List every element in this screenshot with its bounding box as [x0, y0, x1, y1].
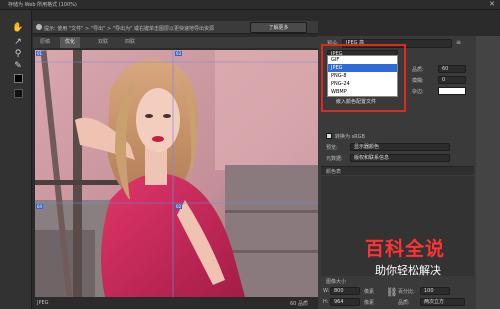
resample-select[interactable]: 两次立方 — [420, 298, 465, 306]
percent-label: 百分比: — [398, 289, 415, 295]
color-table-label: 颜色表 — [326, 169, 342, 175]
quality-field[interactable]: 60 — [438, 65, 466, 73]
slice-label-1: 01 — [36, 51, 44, 56]
preview-canvas[interactable]: 01 03 04 02 — [35, 50, 318, 297]
tab-2up[interactable]: 双联 — [93, 37, 113, 48]
slice-visibility-toggle[interactable] — [14, 89, 23, 98]
quality-label: 品质: — [412, 67, 424, 73]
status-quality: 60 品质 — [290, 301, 308, 307]
percent-field[interactable]: 100 — [420, 287, 450, 295]
slice-label-2: 03 — [175, 51, 183, 56]
learn-more-button[interactable]: 了解更多 — [250, 22, 307, 33]
status-format: JPEG — [37, 300, 49, 306]
info-icon — [36, 24, 42, 30]
color-table-header — [321, 166, 474, 175]
height-label: H: — [323, 299, 329, 305]
image-size-label: 图像大小 — [326, 279, 347, 285]
watermark-logo-text: 百科全说 — [365, 238, 446, 260]
slice-label-4: 02 — [175, 204, 183, 209]
eyedropper-icon[interactable]: ✎ — [12, 60, 24, 72]
panel-menu-icon[interactable]: ≡ — [456, 39, 461, 46]
matte-label: 杂边: — [412, 89, 424, 95]
zoom-icon[interactable]: ⚲ — [12, 48, 24, 60]
width-label: W: — [323, 288, 330, 294]
hint-text: 提示: 使用 "文件" > "导出" > "导出为" 或右键单击图层以更快速地导… — [44, 26, 214, 32]
eyedropper-color-swatch[interactable] — [14, 74, 23, 83]
height-field[interactable]: 964 — [330, 298, 360, 306]
convert-srgb-checkbox[interactable] — [326, 133, 332, 139]
close-icon[interactable]: ✕ — [489, 0, 495, 8]
matte-swatch[interactable] — [438, 87, 466, 95]
window-title: 存储为 Web 所用格式 (100%) — [8, 2, 77, 8]
convert-srgb-label: 转换为 sRGB — [335, 134, 365, 140]
preview-select[interactable]: 显示器颜色 — [350, 143, 450, 151]
portrait-photo — [35, 50, 318, 297]
preview-label: 预览: — [326, 145, 338, 151]
blur-field[interactable]: 0 — [438, 76, 466, 84]
tab-4up[interactable]: 四联 — [120, 37, 140, 48]
width-unit: 像素 — [364, 289, 375, 295]
status-bar — [33, 297, 318, 309]
slice-select-icon[interactable]: ↗ — [12, 36, 24, 48]
width-field[interactable]: 800 — [330, 287, 360, 295]
metadata-label: 元数据: — [326, 156, 343, 162]
slice-label-3: 04 — [36, 204, 44, 209]
tab-optimized[interactable]: 优化 — [60, 37, 80, 48]
right-scroll-strip — [476, 36, 500, 309]
title-bar: 存储为 Web 所用格式 (100%) — [0, 0, 500, 10]
watermark-subtitle: 助你轻松解决 — [375, 264, 441, 277]
color-table-area — [321, 176, 474, 276]
height-unit: 像素 — [364, 300, 375, 306]
chain-link-icon[interactable]: ⛓ — [386, 288, 397, 298]
resample-label: 品质: — [398, 300, 410, 306]
hand-icon[interactable]: ✋ — [12, 22, 24, 34]
metadata-select[interactable]: 版权和联系信息 — [350, 154, 450, 162]
highlight-box — [321, 44, 406, 112]
tab-original[interactable]: 原稿 — [35, 37, 55, 48]
blur-label: 模糊: — [412, 78, 424, 84]
